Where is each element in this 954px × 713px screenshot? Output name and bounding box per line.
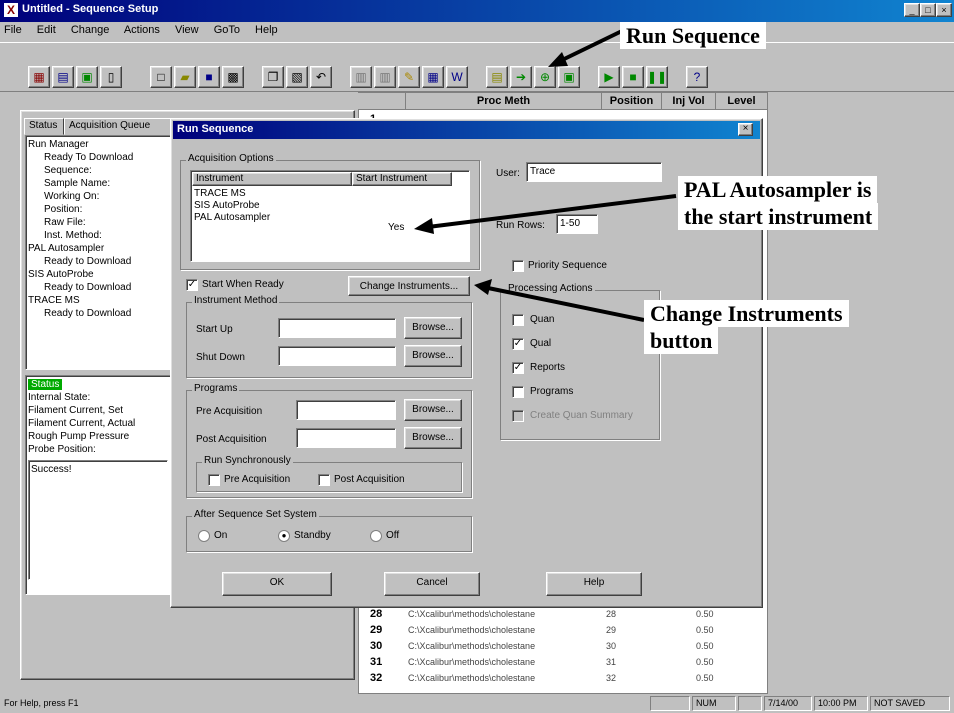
arrow-head — [414, 218, 434, 234]
arrow-to-run-sequence — [557, 28, 625, 64]
status-help-text: For Help, press F1 — [4, 698, 79, 708]
status-time: 10:00 PM — [814, 696, 868, 711]
status-num: NUM — [692, 696, 736, 711]
arrow-head — [548, 52, 568, 67]
callout-pal-line2: the start instrument — [678, 203, 879, 230]
callout-change-line1: Change Instruments — [644, 300, 849, 327]
arrow-to-change-instruments — [487, 286, 645, 322]
status-empty-cell — [650, 696, 690, 711]
callout-run-sequence: Run Sequence — [620, 22, 766, 49]
arrow-head — [474, 279, 492, 295]
arrow-to-start-instrument — [427, 194, 677, 229]
callout-pal-line1: PAL Autosampler is — [678, 176, 878, 203]
annotation-arrows — [414, 28, 677, 322]
status-saved: NOT SAVED — [870, 696, 950, 711]
callout-change-line2: button — [644, 327, 719, 354]
status-empty-cell — [738, 696, 762, 711]
status-date: 7/14/00 — [764, 696, 812, 711]
